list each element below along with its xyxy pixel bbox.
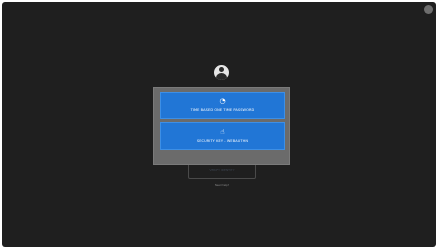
security-key-option-label: SECURITY KEY - WEBAUTHN <box>196 139 249 143</box>
clock-icon: ◔ <box>219 97 226 105</box>
security-key-option-button[interactable]: ☝ SECURITY KEY - WEBAUTHN <box>160 122 285 150</box>
settings-icon[interactable] <box>424 5 433 14</box>
user-avatar-icon <box>214 65 229 80</box>
login-screen: VERIFY IDENTITY Need help? ◔ TIME BASED … <box>2 2 436 247</box>
totp-option-label: TIME BASED ONE TIME PASSWORD <box>190 108 255 112</box>
totp-option-button[interactable]: ◔ TIME BASED ONE TIME PASSWORD <box>160 92 285 119</box>
avatar-head <box>219 67 224 72</box>
mfa-method-dialog: ◔ TIME BASED ONE TIME PASSWORD ☝ SECURIT… <box>153 87 290 165</box>
avatar-body <box>216 73 227 80</box>
help-link[interactable]: Need help? <box>188 184 256 187</box>
hand-pointer-icon: ☝ <box>220 128 225 136</box>
